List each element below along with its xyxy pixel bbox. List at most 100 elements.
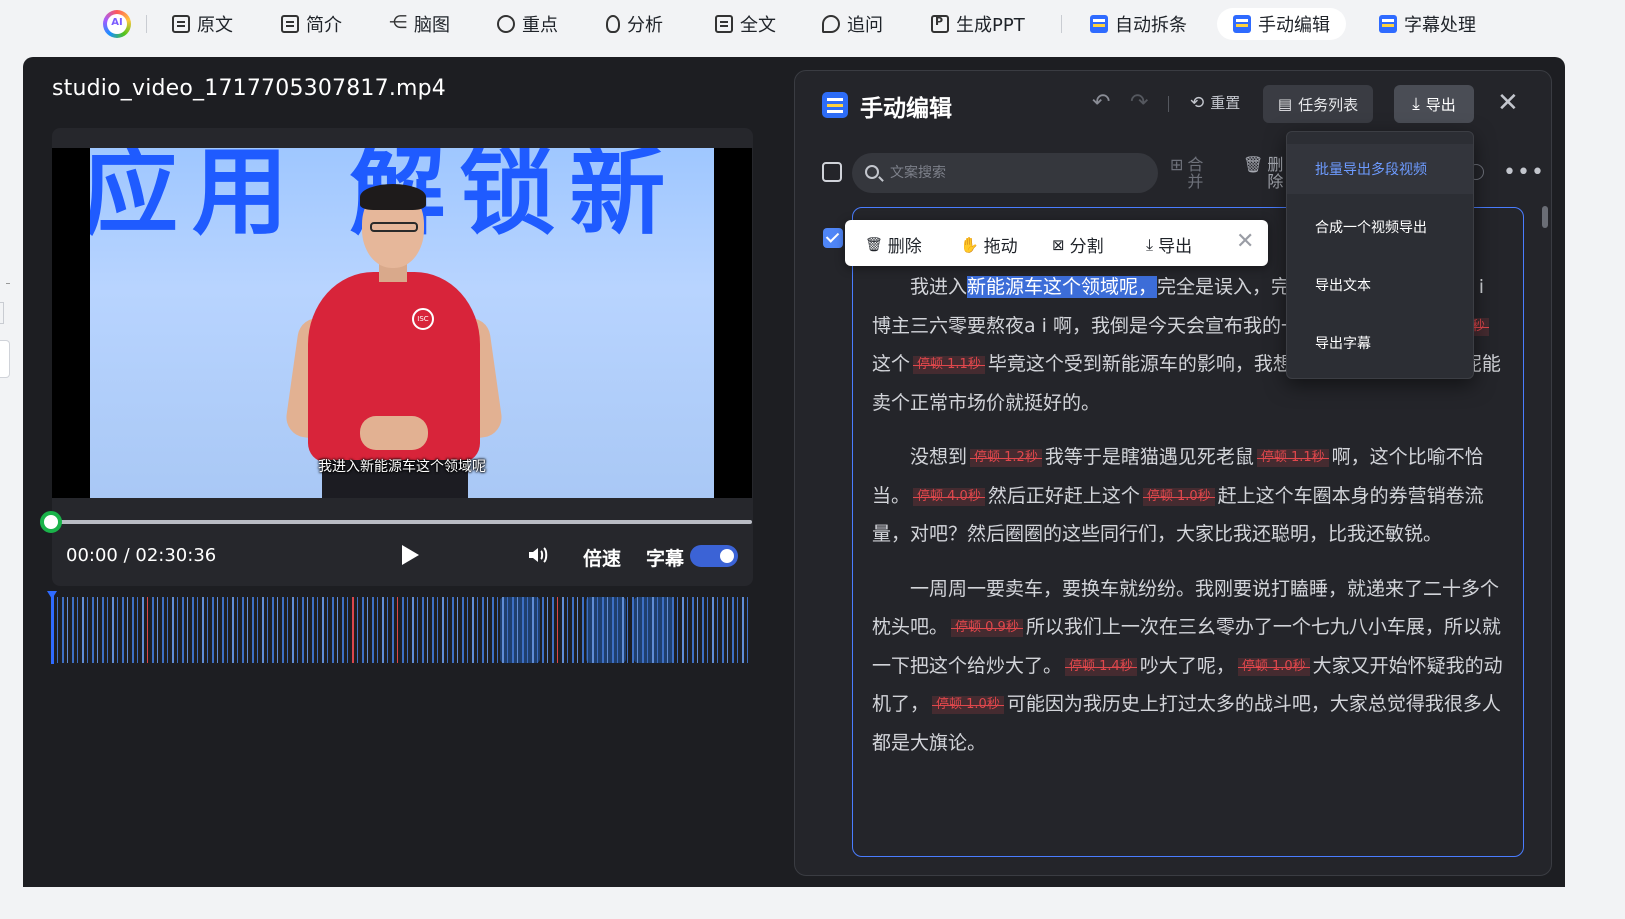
waveform-bar	[652, 597, 654, 663]
delete-button[interactable]: 🗑 删除	[1243, 156, 1283, 190]
waveform-bar	[612, 597, 614, 663]
waveform-bar	[172, 597, 174, 663]
hand-icon: ✋	[960, 235, 979, 254]
timeline-playhead[interactable]	[47, 591, 57, 664]
transcript-segment[interactable]: 我进入	[910, 276, 967, 298]
video-viewport[interactable]: 应用 解锁新 ISC 我进入新能源车这个领域呢	[52, 148, 752, 498]
transcript-paragraph[interactable]: 一周周一要卖车，要换车就纷纷。我刚要说打瞌睡，就递来了二十多个枕头吧。 停顿 0.…	[872, 570, 1506, 763]
progress-bar[interactable]	[52, 520, 752, 524]
nav-item-summary[interactable]: 简介	[281, 8, 342, 40]
pause-marker[interactable]: 停顿 4.0秒	[913, 487, 985, 506]
close-icon[interactable]: ✕	[1497, 90, 1519, 116]
pause-marker[interactable]: 停顿 1.0秒	[932, 696, 1004, 714]
undo-icon[interactable]: ↶	[1092, 90, 1110, 115]
toolbar-split-button[interactable]: ⊠ 分割	[1052, 232, 1104, 258]
toolbar-export-button[interactable]: ⤓ 导出	[1146, 232, 1192, 258]
waveform-bar	[167, 597, 168, 663]
nav-item-mindmap[interactable]: 脑图	[389, 8, 450, 40]
paragraph-checkbox[interactable]	[823, 228, 843, 248]
nav-item-manual-edit[interactable]: 手动编辑	[1217, 8, 1346, 40]
nav-item-analysis[interactable]: 分析	[606, 8, 663, 40]
transcript-segment[interactable]: 然后正好赶上这个	[988, 485, 1140, 507]
top-nav: AI 原文 简介 脑图 重点 分析 全文 追问 生成PPT 自动拆条 手动编辑	[0, 0, 1625, 50]
transcript-segment[interactable]: 我等于是瞎猫遇见死老鼠	[1045, 446, 1254, 468]
pause-marker[interactable]: 停顿 1.2秒	[970, 449, 1042, 467]
more-icon[interactable]: •••	[1503, 160, 1545, 185]
waveform-bar	[592, 597, 594, 663]
pause-marker[interactable]: 停顿 1.0秒	[1142, 487, 1215, 506]
scrollbar[interactable]	[1542, 206, 1548, 228]
reset-button[interactable]: ⟲ 重置	[1190, 92, 1240, 113]
waveform-segment	[500, 597, 540, 663]
waveform-bar	[402, 597, 404, 663]
waveform-bar	[132, 597, 134, 663]
waveform-bar	[512, 597, 514, 663]
waveform-bar	[337, 597, 338, 663]
speed-button[interactable]: 倍速	[583, 544, 621, 571]
toolbar-drag-button[interactable]: ✋ 拖动	[960, 232, 1018, 258]
waveform-bar	[677, 597, 678, 663]
pause-marker[interactable]: 停顿 1.0秒	[1237, 657, 1310, 676]
nav-item-generate-ppt[interactable]: 生成PPT	[931, 8, 1025, 40]
export-text[interactable]: 导出文本	[1287, 260, 1473, 310]
waveform-bar	[607, 597, 608, 663]
toolbar-close-icon[interactable]: ✕	[1236, 231, 1254, 253]
waveform-bar	[232, 597, 234, 663]
transcript-segment[interactable]: 没想到	[910, 446, 967, 468]
pause-marker[interactable]: 停顿 1.4秒	[1065, 657, 1137, 676]
nav-item-fulltext[interactable]: 全文	[715, 8, 776, 40]
waveform-bar	[682, 597, 684, 663]
transcript-paragraph[interactable]: 没想到 停顿 1.2秒 我等于是瞎猫遇见死老鼠 停顿 1.1秒 啊，这个比喻不恰当。 停顿…	[872, 438, 1506, 554]
auto-split-icon	[1090, 15, 1108, 33]
export-dropdown: 批量导出多段视频 合成一个视频导出 导出文本 导出字幕	[1286, 131, 1474, 379]
merge-button[interactable]: ⊞ 合并	[1170, 156, 1203, 190]
pause-marker[interactable]: 停顿 1.1秒	[913, 356, 985, 374]
waveform-bar	[692, 597, 694, 663]
selected-text[interactable]: 新能源车这个领域呢，	[967, 276, 1158, 298]
nav-item-keypoints[interactable]: 重点	[497, 8, 558, 40]
video-frame: 应用 解锁新 ISC	[90, 148, 714, 498]
nav-divider	[146, 15, 147, 33]
play-button[interactable]	[402, 545, 419, 565]
search-input[interactable]	[890, 153, 1150, 193]
progress-knob[interactable]	[40, 511, 62, 533]
select-all-checkbox[interactable]	[822, 162, 842, 182]
nav-item-subtitle[interactable]: 字幕处理	[1379, 8, 1476, 40]
pause-marker[interactable]: 停顿 0.9秒	[951, 619, 1023, 637]
waveform-bar	[107, 597, 108, 663]
transcript-segment[interactable]: 完全是误入，完	[1157, 276, 1290, 298]
waveform-bar	[442, 597, 444, 663]
nav-item-original[interactable]: 原文	[172, 8, 233, 40]
subtitle-icon	[1379, 15, 1397, 33]
task-list-button[interactable]: ▤ 任务列表	[1263, 85, 1373, 123]
export-batch-videos[interactable]: 批量导出多段视频	[1287, 144, 1473, 194]
nav-item-auto-split[interactable]: 自动拆条	[1090, 8, 1187, 40]
waveform-bar	[622, 597, 624, 663]
subtitle-toggle[interactable]	[690, 545, 738, 567]
waveform-bar	[427, 597, 428, 663]
pause-marker[interactable]: 停顿 1.1秒	[1256, 449, 1329, 467]
transcript-segment[interactable]: 吵大了呢，	[1140, 655, 1235, 677]
side-collapse-tab[interactable]	[0, 340, 10, 378]
nav-item-followup[interactable]: 追问	[822, 8, 883, 40]
export-subtitles[interactable]: 导出字幕	[1287, 318, 1473, 368]
toolbar-divider	[1168, 96, 1169, 112]
waveform-bar	[702, 597, 704, 663]
volume-icon[interactable]	[526, 543, 550, 567]
search-box[interactable]	[852, 153, 1158, 193]
waveform-bar	[547, 597, 548, 663]
audio-waveform[interactable]	[52, 597, 752, 663]
delete-label: 删除	[1267, 155, 1284, 191]
waveform-bar	[437, 597, 438, 663]
waveform-bar	[487, 597, 488, 663]
waveform-bar	[67, 597, 68, 663]
nav-label: 简介	[306, 15, 342, 36]
ai-logo-icon[interactable]: AI	[103, 10, 131, 38]
export-merged-video[interactable]: 合成一个视频导出	[1287, 202, 1473, 252]
transcript-segment[interactable]: 这个	[872, 353, 910, 375]
waveform-bar	[207, 597, 208, 663]
redo-icon[interactable]: ↷	[1130, 90, 1148, 115]
nav-label: 字幕处理	[1404, 15, 1476, 36]
toolbar-delete-button[interactable]: 🗑 删除	[865, 232, 922, 258]
export-button[interactable]: ⤓ 导出	[1394, 85, 1474, 123]
